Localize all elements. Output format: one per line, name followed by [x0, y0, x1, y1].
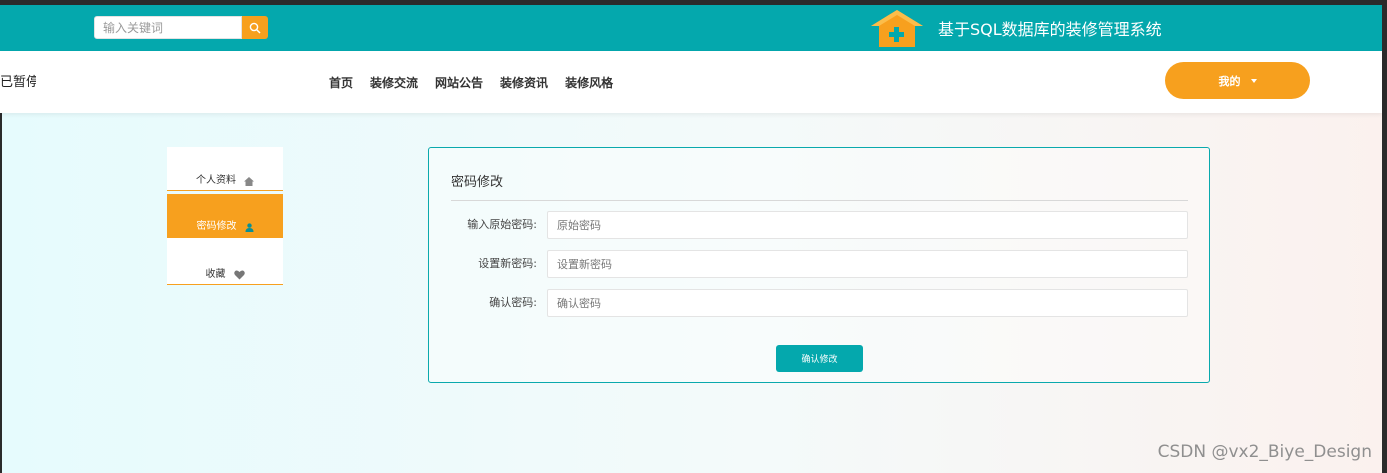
sidebar-item-profile[interactable]: 个人资料 — [167, 147, 283, 191]
csdn-watermark: CSDN @vx2_Biye_Design — [1157, 442, 1372, 462]
nav-link-styles[interactable]: 装修风格 — [565, 74, 613, 91]
heart-icon — [233, 270, 245, 280]
sidebar-item-label: 收藏 — [205, 269, 226, 280]
sidebar: 个人资料 密码修改 收藏 — [167, 147, 283, 285]
sidebar-item-favorites[interactable]: 收藏 — [167, 238, 283, 285]
confirm-change-button[interactable]: 确认修改 — [776, 345, 863, 372]
nav-link-forum[interactable]: 装修交流 — [370, 74, 418, 91]
user-icon — [245, 223, 253, 232]
confirm-password-field[interactable] — [547, 289, 1188, 317]
house-plus-icon — [871, 10, 923, 47]
old-password-label: 输入原始密码: — [467, 218, 537, 231]
confirm-password-label: 确认密码: — [489, 296, 537, 309]
sidebar-item-label: 密码修改 — [196, 221, 237, 232]
my-account-button[interactable]: 我的 — [1165, 62, 1310, 99]
new-password-field[interactable] — [547, 250, 1188, 278]
site-title: 基于SQL数据库的装修管理系统 — [938, 20, 1162, 39]
my-account-label: 我的 — [1218, 74, 1241, 88]
nav-links: 首页 装修交流 网站公告 装修资讯 装修风格 — [329, 74, 613, 91]
new-password-label: 设置新密码: — [478, 257, 537, 270]
title-divider — [451, 200, 1188, 201]
search-input[interactable] — [94, 16, 242, 39]
form-title: 密码修改 — [451, 175, 504, 190]
nav-link-news[interactable]: 装修资讯 — [500, 74, 548, 91]
clipped-status-text: 已暂停 — [0, 75, 36, 90]
home-icon — [244, 177, 254, 186]
nav-bar: 已暂停 首页 装修交流 网站公告 装修资讯 装修风格 我的 — [0, 51, 1382, 113]
password-form-panel: 密码修改 输入原始密码: 设置新密码: 确认密码: 确认修改 — [428, 147, 1210, 383]
top-header: 基于SQL数据库的装修管理系统 — [0, 5, 1382, 51]
old-password-field[interactable] — [547, 211, 1188, 239]
nav-link-announcements[interactable]: 网站公告 — [435, 74, 483, 91]
caret-down-icon — [1250, 78, 1257, 83]
search-box — [94, 16, 268, 39]
nav-link-home[interactable]: 首页 — [329, 74, 353, 91]
sidebar-item-label: 个人资料 — [196, 175, 236, 186]
search-button[interactable] — [242, 16, 268, 39]
right-border — [1382, 0, 1387, 473]
sidebar-item-password[interactable]: 密码修改 — [167, 194, 283, 238]
search-icon — [249, 22, 261, 34]
